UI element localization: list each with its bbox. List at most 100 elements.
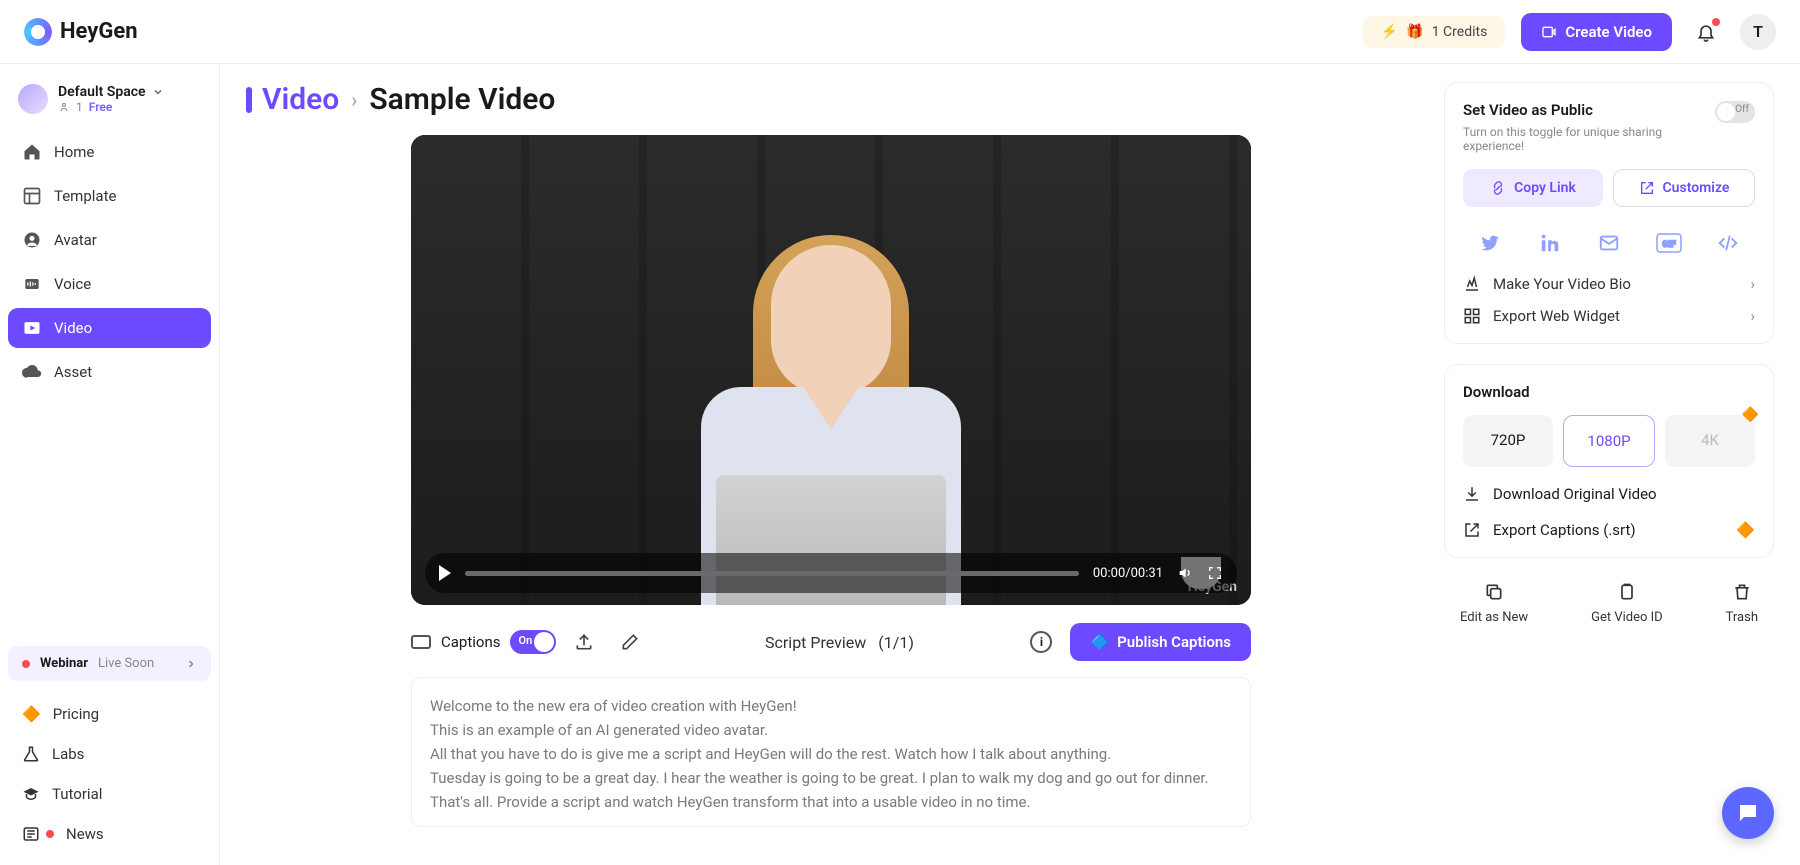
sidebar-bottom: Webinar Live Soon 🔶 Pricing Labs Tutoria…	[8, 646, 211, 853]
page-title: Sample Video	[369, 82, 555, 117]
bottom-actions: Edit as New Get Video ID Trash	[1444, 578, 1774, 625]
video-bio-link[interactable]: Make Your Video Bio ›	[1463, 261, 1755, 293]
webinar-banner[interactable]: Webinar Live Soon	[8, 646, 211, 681]
captions-icon	[411, 635, 431, 649]
public-toggle[interactable]: Off	[1715, 101, 1755, 123]
workspace-members: 1	[76, 100, 83, 114]
edit-captions-button[interactable]	[612, 624, 648, 660]
volume-icon[interactable]	[1177, 565, 1193, 581]
sidebar-item-pricing[interactable]: 🔶 Pricing	[8, 695, 211, 733]
sidebar-item-label: Tutorial	[52, 785, 102, 803]
template-icon	[22, 186, 42, 206]
export-widget-link[interactable]: Export Web Widget ›	[1463, 293, 1755, 325]
sidebar-item-tutorial[interactable]: Tutorial	[8, 775, 211, 813]
download-original-link[interactable]: Download Original Video	[1463, 485, 1755, 503]
video-presenter	[681, 245, 981, 605]
avatar-icon	[22, 230, 42, 250]
export-captions-link[interactable]: Export Captions (.srt) 🔶	[1463, 521, 1755, 539]
workspace-icon	[18, 84, 48, 114]
topbar-right: ⚡ 🎁 1 Credits Create Video T	[1363, 13, 1776, 51]
gift-icon: 🎁	[1406, 24, 1423, 40]
trash-icon	[1732, 582, 1752, 602]
sidebar-item-label: Pricing	[53, 705, 99, 723]
home-icon	[22, 142, 42, 162]
script-preview-label: Script Preview (1/1)	[765, 633, 914, 652]
create-video-button[interactable]: Create Video	[1521, 13, 1672, 51]
topbar: HeyGen ⚡ 🎁 1 Credits Create Video T	[0, 0, 1800, 64]
sidebar-item-label: Voice	[54, 275, 91, 293]
download-icon	[1463, 485, 1481, 503]
play-button[interactable]	[439, 565, 451, 581]
sidebar-item-avatar[interactable]: Avatar	[8, 220, 211, 260]
sidebar-item-asset[interactable]: Asset	[8, 352, 211, 392]
user-avatar[interactable]: T	[1740, 14, 1776, 50]
workspace-plan: Free	[89, 100, 113, 114]
edit-icon	[620, 632, 640, 652]
sidebar-item-label: Labs	[52, 745, 84, 763]
breadcrumb: Video › Sample Video	[246, 82, 1416, 117]
sidebar: Default Space 1 Free Home Template	[0, 64, 220, 865]
publish-captions-button[interactable]: 🔷 Publish Captions	[1070, 623, 1251, 661]
breadcrumb-section[interactable]: Video	[246, 82, 339, 117]
video-player[interactable]: HeyGen 00:00/00:31	[411, 135, 1251, 605]
lightning-icon: ⚡	[1381, 24, 1398, 40]
edit-as-new-button[interactable]: Edit as New	[1460, 582, 1528, 625]
main-content: Video › Sample Video	[220, 64, 1800, 865]
player-toolbar: Captions On	[411, 623, 1251, 661]
trash-button[interactable]: Trash	[1726, 582, 1758, 625]
share-email[interactable]	[1586, 225, 1632, 261]
captions-toggle[interactable]: On	[510, 630, 556, 654]
webinar-status: Live Soon	[98, 656, 154, 671]
upload-captions-button[interactable]	[566, 624, 602, 660]
res-4k[interactable]: 4K🔶	[1665, 415, 1755, 467]
right-rail: Set Video as Public Turn on this toggle …	[1444, 82, 1774, 865]
res-1080p[interactable]: 1080P	[1563, 415, 1655, 467]
share-linkedin[interactable]	[1527, 225, 1573, 261]
share-title: Set Video as Public	[1463, 101, 1705, 119]
share-icons: GIF	[1463, 225, 1755, 261]
seek-bar[interactable]	[465, 571, 1079, 576]
share-twitter[interactable]	[1467, 225, 1513, 261]
get-video-id-button[interactable]: Get Video ID	[1591, 582, 1663, 625]
export-icon	[1463, 521, 1481, 539]
sidebar-item-label: Asset	[54, 363, 92, 381]
workspace-name: Default Space	[58, 84, 146, 100]
customize-button[interactable]: Customize	[1613, 169, 1755, 207]
sidebar-item-home[interactable]: Home	[8, 132, 211, 172]
voice-icon	[22, 274, 42, 294]
chevron-right-icon: ›	[1750, 275, 1755, 293]
upload-icon	[574, 632, 594, 652]
gem-icon: 🔶	[22, 705, 41, 723]
chat-fab[interactable]	[1722, 787, 1774, 839]
copy-icon	[1484, 582, 1504, 602]
chevron-down-icon	[152, 86, 164, 98]
sidebar-item-news[interactable]: News	[8, 815, 211, 853]
info-button[interactable]: i	[1030, 631, 1052, 653]
credits-pill[interactable]: ⚡ 🎁 1 Credits	[1363, 16, 1505, 48]
logo[interactable]: HeyGen	[24, 18, 138, 46]
share-embed[interactable]	[1705, 225, 1751, 261]
chevron-right-icon: ›	[351, 88, 357, 112]
graduation-icon	[22, 785, 40, 803]
sidebar-item-template[interactable]: Template	[8, 176, 211, 216]
res-720p[interactable]: 720P	[1463, 415, 1553, 467]
bio-icon	[1463, 275, 1481, 293]
video-player-container: HeyGen 00:00/00:31	[411, 135, 1251, 827]
fullscreen-icon[interactable]	[1207, 565, 1223, 581]
notifications-button[interactable]	[1688, 14, 1724, 50]
asset-icon	[22, 362, 42, 382]
sidebar-item-labs[interactable]: Labs	[8, 735, 211, 773]
linkedin-icon	[1539, 232, 1561, 254]
chevron-right-icon: ›	[1750, 307, 1755, 325]
sidebar-item-video[interactable]: Video	[8, 308, 211, 348]
sidebar-item-label: Avatar	[54, 231, 97, 249]
workspace-selector[interactable]: Default Space 1 Free	[8, 76, 211, 128]
svg-text:GIF: GIF	[1662, 240, 1676, 250]
news-icon	[22, 825, 40, 843]
player-time: 00:00/00:31	[1093, 566, 1163, 581]
share-subtitle: Turn on this toggle for unique sharing e…	[1463, 125, 1705, 153]
widget-icon	[1463, 307, 1481, 325]
share-gif[interactable]: GIF	[1646, 225, 1692, 261]
sidebar-item-voice[interactable]: Voice	[8, 264, 211, 304]
copy-link-button[interactable]: Copy Link	[1463, 169, 1603, 207]
